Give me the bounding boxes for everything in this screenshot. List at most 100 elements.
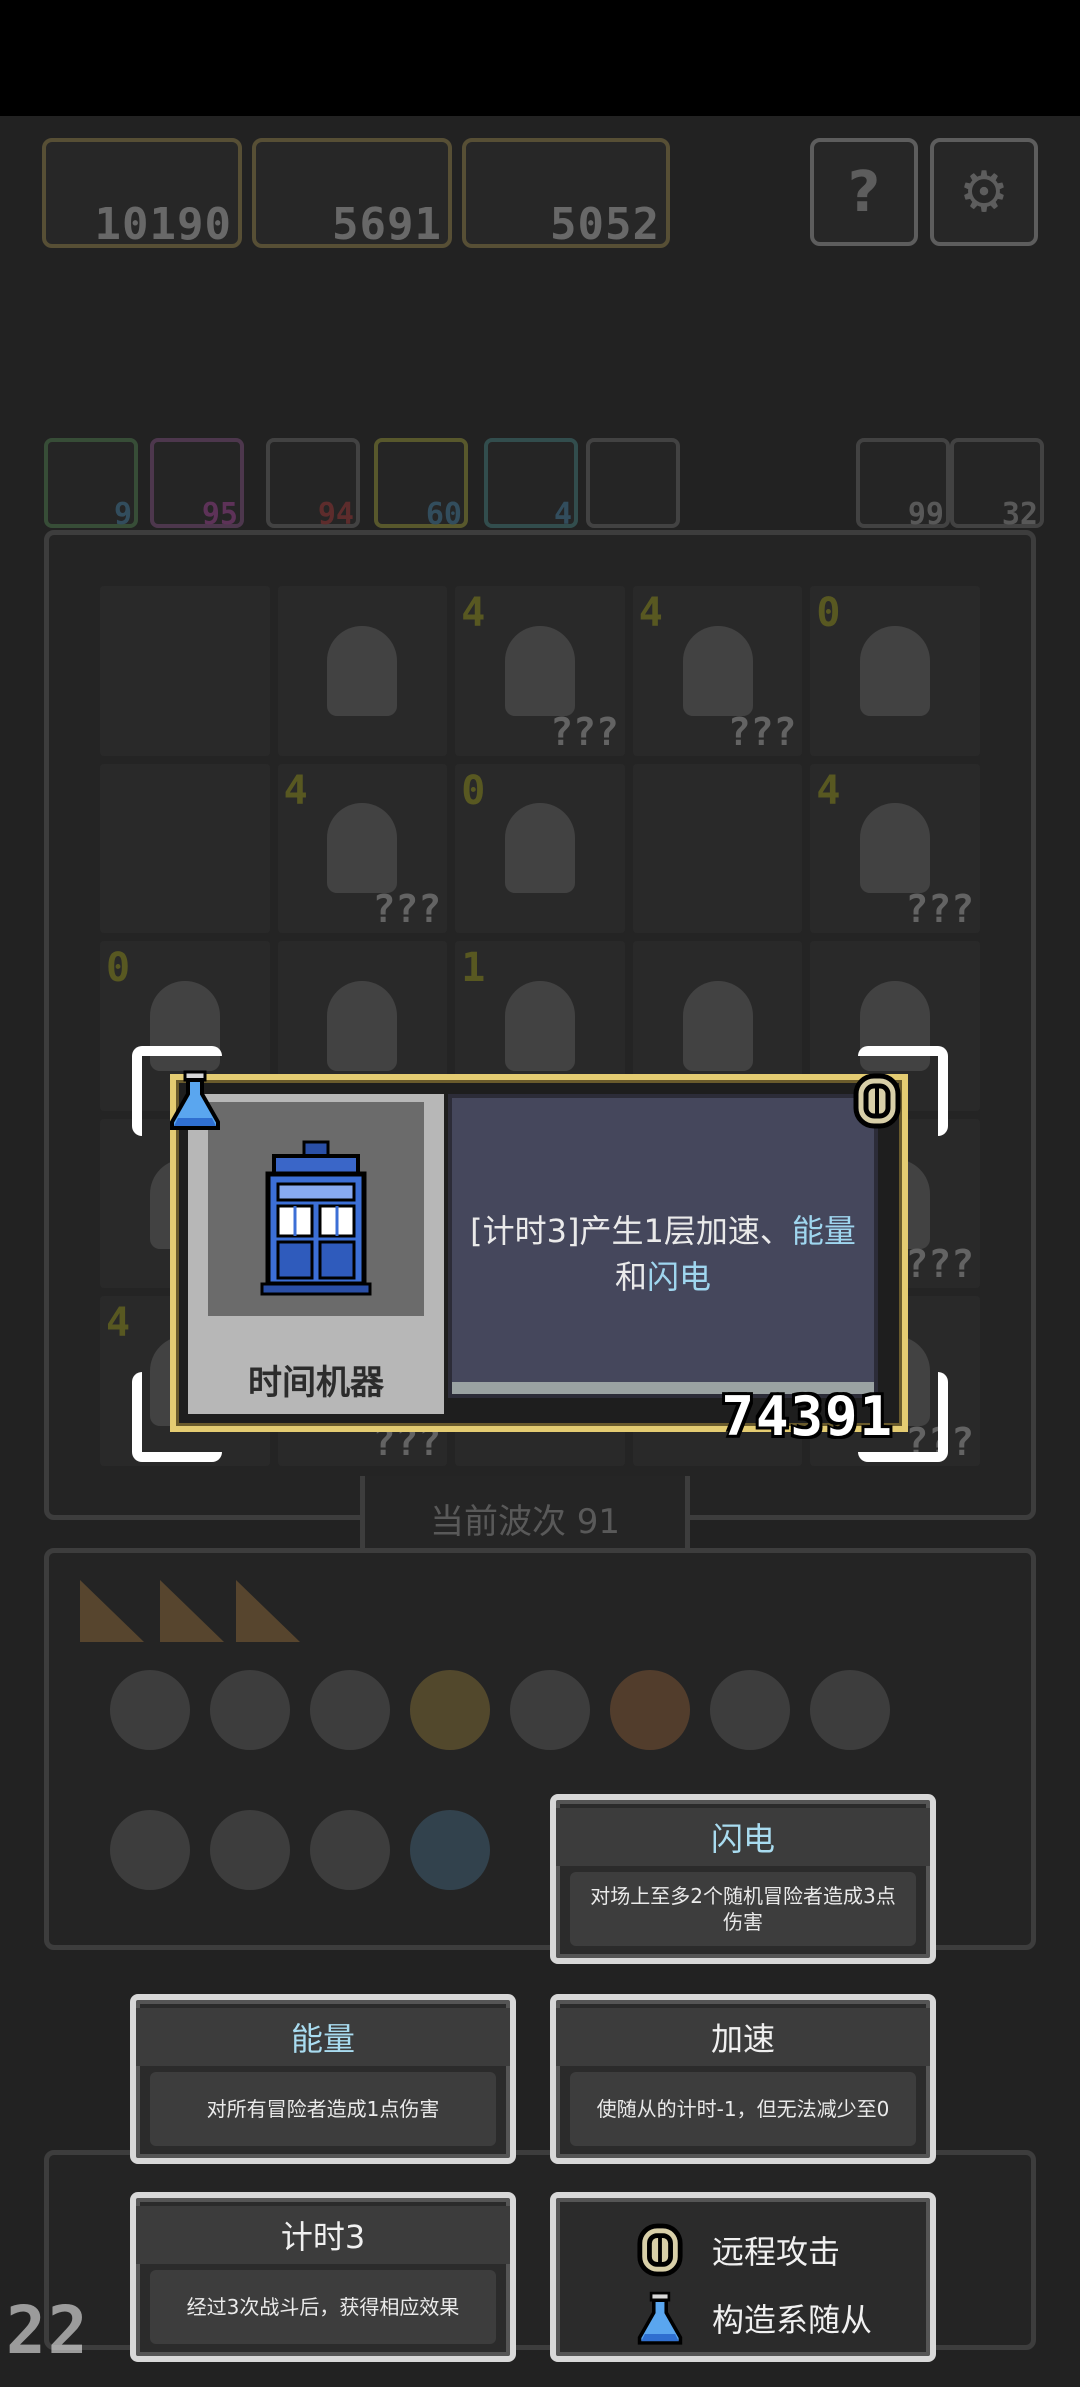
keyword-title: 闪电 [556, 1808, 930, 1866]
legend-label: 远程攻击 [712, 2233, 841, 2271]
unit-sprite [327, 803, 398, 894]
shop-item[interactable] [610, 1670, 690, 1750]
keyword-panel-lightning: 闪电 对场上至多2个随机冒险者造成3点伤害 [550, 1794, 936, 1964]
unit-card[interactable]: 时间机器 [计时3]产生1层加速、能量 和闪电 74391 [170, 1074, 908, 1448]
board-cell[interactable]: 0 [455, 763, 625, 934]
board-cell[interactable] [100, 586, 270, 756]
shop-item[interactable] [310, 1670, 390, 1750]
card-portrait [208, 1102, 424, 1316]
desc-text: 和 [614, 1258, 647, 1296]
keyword-title: 加速 [556, 2008, 930, 2066]
unit-level: 4 [638, 590, 663, 636]
shop-item[interactable] [410, 1670, 490, 1750]
keyword-panel-energy: 能量 对所有冒险者造成1点伤害 [130, 1994, 516, 2164]
construct-flask-icon [170, 1070, 220, 1130]
unit-unknown-stat: ??? [905, 1242, 974, 1287]
card-title: 时间机器 [248, 1363, 384, 1403]
keyword-title: 计时3 [136, 2206, 510, 2264]
unit-sprite [327, 625, 398, 716]
unit-level: 4 [816, 767, 841, 814]
unit-sprite [327, 980, 398, 1071]
tag-legend-panel: 远程攻击 构造系随从 [550, 2192, 936, 2362]
keyword-lightning[interactable]: 闪电 [647, 1258, 711, 1296]
card-score: 74391 [721, 1385, 894, 1448]
resource-slot-2[interactable]: 32 [950, 438, 1044, 532]
board-cell[interactable]: 4??? [632, 586, 803, 756]
desc-text: [计时3]产生1层加速、 [470, 1212, 792, 1250]
shop-item[interactable] [310, 1810, 390, 1890]
gear-icon: ⚙ [958, 159, 1010, 225]
shop-item[interactable] [210, 1810, 290, 1890]
keyword-energy[interactable]: 能量 [792, 1212, 856, 1250]
board-cell[interactable] [100, 763, 270, 934]
board-cell[interactable]: 4??? [455, 586, 625, 756]
unit-sprite [860, 803, 931, 894]
legend-label: 构造系随从 [712, 2301, 873, 2339]
help-button[interactable]: ? [810, 138, 918, 246]
card-description: [计时3]产生1层加速、能量 和闪电 [452, 1208, 874, 1300]
resource-slot-1[interactable]: 99 [856, 438, 950, 532]
keyword-body: 经过3次战斗后，获得相应效果 [150, 2270, 496, 2344]
resource-count: 99 [907, 497, 944, 532]
unit-unknown-stat: ??? [905, 887, 974, 932]
keyword-body: 对所有冒险者造成1点伤害 [150, 2072, 496, 2146]
keyword-title: 能量 [136, 2008, 510, 2066]
unit-sprite [504, 980, 575, 1071]
unit-level: 0 [816, 590, 841, 636]
unit-sprite [504, 803, 575, 894]
gold-counter: 22 [6, 2292, 90, 2369]
keyword-body: 使随从的计时-1，但无法减少至0 [570, 2072, 916, 2146]
unit-sprite [860, 625, 931, 716]
question-icon: ? [847, 159, 881, 225]
board-cell[interactable]: 0 [810, 586, 980, 756]
status-bar [0, 0, 1080, 116]
shop-item[interactable] [410, 1810, 490, 1890]
hero-counter-2[interactable]: 5691 [252, 138, 452, 250]
unit-level: 4 [461, 590, 486, 636]
counter-value: 5052 [550, 199, 660, 250]
buff-slot-6[interactable] [586, 438, 680, 528]
counter-value: 10190 [94, 199, 232, 250]
unit-level: 0 [106, 945, 131, 992]
ranged-attack-icon [853, 1073, 901, 1129]
unit-sprite [682, 980, 753, 1071]
shop-item[interactable] [510, 1670, 590, 1750]
unit-level: 1 [461, 945, 486, 992]
unit-sprite [682, 625, 753, 716]
buff-slot-3[interactable]: 94 [266, 438, 360, 532]
hero-counter-1[interactable]: 10190 [42, 138, 242, 250]
shop-item[interactable] [110, 1670, 190, 1750]
board-cell[interactable]: 4??? [810, 763, 980, 934]
unit-level: 4 [106, 1300, 131, 1347]
keyword-body: 对场上至多2个随机冒险者造成3点伤害 [570, 1872, 916, 1946]
buff-slot-2[interactable]: 95 [150, 438, 244, 532]
board-cell[interactable] [632, 763, 803, 934]
hero-counter-3[interactable]: 5052 [462, 138, 670, 250]
buff-count: 4 [553, 497, 572, 532]
buff-slot-5[interactable]: 4 [484, 438, 578, 532]
card-portrait-panel: 时间机器 [188, 1094, 444, 1414]
buff-count: 9 [113, 497, 132, 532]
unit-level: 4 [283, 767, 308, 814]
construct-flask-icon [637, 2291, 683, 2345]
legend-row-construct: 构造系随从 [636, 2288, 872, 2348]
shop-item[interactable] [210, 1670, 290, 1750]
keyword-panel-timer: 计时3 经过3次战斗后，获得相应效果 [130, 2192, 516, 2362]
time-machine-icon [208, 1102, 424, 1316]
buff-count: 60 [425, 497, 462, 532]
buff-count: 95 [201, 497, 238, 532]
board-cell[interactable] [277, 586, 448, 756]
shop-item[interactable] [710, 1670, 790, 1750]
buff-slot-1[interactable]: 9 [44, 438, 138, 532]
settings-button[interactable]: ⚙ [930, 138, 1038, 246]
buff-slot-4[interactable]: 60 [374, 438, 468, 532]
card-description-box: [计时3]产生1层加速、能量 和闪电 [448, 1094, 878, 1398]
board-cell[interactable]: 4??? [277, 763, 448, 934]
resource-count: 32 [1001, 497, 1038, 532]
ranged-attack-icon [637, 2223, 683, 2277]
unit-level: 0 [461, 767, 486, 814]
keyword-panel-haste: 加速 使随从的计时-1，但无法减少至0 [550, 1994, 936, 2164]
unit-unknown-stat: ??? [372, 887, 442, 932]
shop-item[interactable] [110, 1810, 190, 1890]
shop-item[interactable] [810, 1670, 890, 1750]
